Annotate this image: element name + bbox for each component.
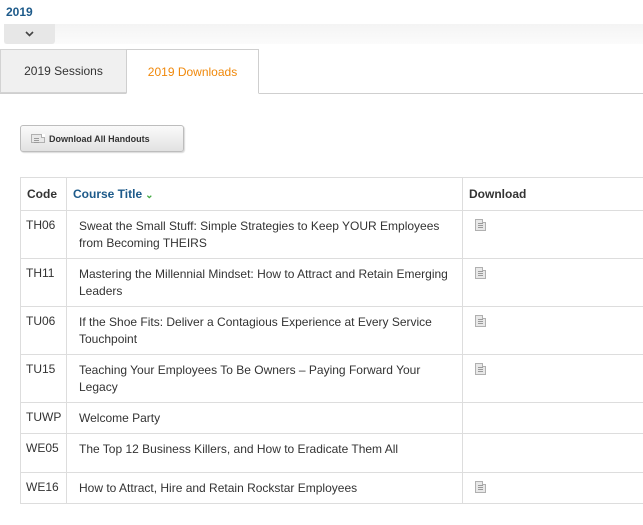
table-row: TU06 If the Shoe Fits: Deliver a Contagi… — [20, 306, 643, 355]
row-course-title: Mastering the Millennial Mindset: How to… — [66, 258, 463, 307]
collapse-toggle[interactable] — [4, 24, 55, 44]
document-download-icon[interactable] — [475, 219, 486, 231]
header-download: Download — [462, 177, 643, 211]
sort-descending-icon: ⌄ — [145, 190, 154, 201]
download-all-handouts-button[interactable]: Download All Handouts — [20, 125, 184, 152]
header-code: Code — [20, 177, 67, 211]
tab-2019-sessions[interactable]: 2019 Sessions — [0, 49, 126, 93]
year-heading: 2019 — [6, 5, 33, 19]
row-code: TU15 — [20, 354, 67, 403]
row-code: TU06 — [20, 306, 67, 355]
row-code: TH06 — [20, 210, 67, 259]
row-code: TUWP — [20, 402, 67, 434]
row-code: WE16 — [20, 472, 67, 504]
chevron-down-icon — [25, 31, 34, 37]
table-row: WE05 The Top 12 Business Killers, and Ho… — [20, 433, 643, 473]
row-course-title: Welcome Party — [66, 402, 463, 434]
row-download-cell — [462, 472, 643, 504]
document-download-icon[interactable] — [475, 363, 486, 375]
row-code: WE05 — [20, 433, 67, 473]
document-icon — [31, 134, 45, 143]
header-course-title-label: Course Title — [73, 187, 143, 201]
row-download-cell — [462, 210, 643, 259]
row-download-cell — [462, 354, 643, 403]
table-row: TUWP Welcome Party — [20, 402, 643, 434]
table-row: TU15 Teaching Your Employees To Be Owner… — [20, 354, 643, 403]
row-code: TH11 — [20, 258, 67, 307]
row-course-title: How to Attract, Hire and Retain Rockstar… — [66, 472, 463, 504]
table-header-row: Code Course Title ⌄ Download — [20, 177, 643, 211]
header-course-title[interactable]: Course Title ⌄ — [66, 177, 463, 211]
table-row: WE16 How to Attract, Hire and Retain Roc… — [20, 472, 643, 504]
document-download-icon[interactable] — [475, 315, 486, 327]
table-row: TH06 Sweat the Small Stuff: Simple Strat… — [20, 210, 643, 259]
row-download-cell — [462, 258, 643, 307]
downloads-table: Code Course Title ⌄ Download TH06 Sweat t… — [20, 177, 643, 504]
row-download-cell — [462, 402, 643, 434]
row-course-title: Sweat the Small Stuff: Simple Strategies… — [66, 210, 463, 259]
tab-2019-downloads[interactable]: 2019 Downloads — [126, 49, 259, 94]
row-download-cell — [462, 306, 643, 355]
row-course-title: Teaching Your Employees To Be Owners – P… — [66, 354, 463, 403]
row-course-title: If the Shoe Fits: Deliver a Contagious E… — [66, 306, 463, 355]
document-download-icon[interactable] — [475, 267, 486, 279]
download-all-label: Download All Handouts — [49, 133, 150, 144]
row-download-cell — [462, 433, 643, 473]
table-row: TH11 Mastering the Millennial Mindset: H… — [20, 258, 643, 307]
document-download-icon[interactable] — [475, 481, 486, 493]
row-course-title: The Top 12 Business Killers, and How to … — [66, 433, 463, 473]
tab-strip-border — [0, 93, 643, 94]
collapse-bar — [4, 24, 643, 44]
